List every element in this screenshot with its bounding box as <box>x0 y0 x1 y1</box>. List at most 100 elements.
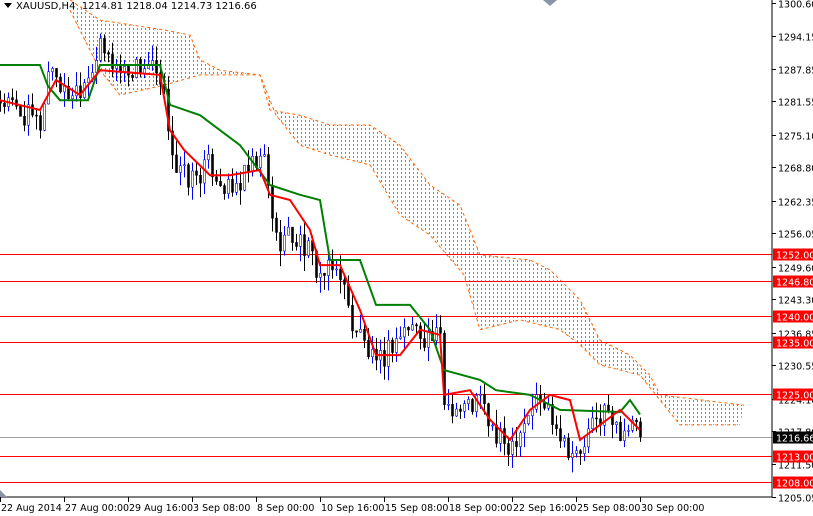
candle <box>471 398 474 415</box>
candle-body <box>51 68 54 73</box>
candle <box>615 421 618 434</box>
candle-body <box>559 428 562 442</box>
candle <box>203 150 206 195</box>
candle-body <box>623 430 626 441</box>
candle <box>423 323 426 352</box>
chart-shift-marker-icon[interactable] <box>0 490 7 497</box>
level-price-label: 1240.00 <box>776 313 813 324</box>
candle-body <box>427 331 430 348</box>
candle <box>263 144 266 158</box>
candle <box>227 173 230 199</box>
candle-body <box>243 164 246 191</box>
candle <box>619 416 622 442</box>
candle-body <box>359 329 362 333</box>
candle <box>39 111 42 139</box>
candle-body <box>295 242 298 247</box>
candle-body <box>343 279 346 285</box>
candle <box>519 430 522 457</box>
candle-body <box>579 450 582 454</box>
candle-body <box>339 268 342 281</box>
candle-body <box>291 226 294 243</box>
candle-body <box>99 38 102 61</box>
candle <box>343 275 346 300</box>
candle <box>427 318 430 362</box>
candle <box>383 336 386 380</box>
candle-body <box>419 325 422 339</box>
candle <box>399 326 402 340</box>
candle-body <box>455 408 458 417</box>
time-tick-label: 10 Sep 16:00 <box>321 503 384 514</box>
candle-body <box>187 164 190 188</box>
time-tick-label: 27 Aug 00:00 <box>65 503 129 514</box>
candle <box>455 402 458 417</box>
candle <box>603 403 606 437</box>
candle-body <box>635 419 638 423</box>
candle-body <box>451 404 454 417</box>
candle <box>31 93 34 118</box>
candle-body <box>459 408 462 412</box>
price-chart[interactable]: 1300.60 1294.15 1287.85 1281.55 1275.10 1268.… <box>0 0 813 516</box>
candle <box>287 216 290 236</box>
candle-body <box>471 399 474 412</box>
candle <box>435 314 438 346</box>
candle <box>63 73 66 107</box>
time-tick-label: 8 Sep 00:00 <box>257 503 314 514</box>
candle-body <box>219 181 222 186</box>
candle-body <box>383 350 386 367</box>
level-price-label: 1246.80 <box>776 278 813 289</box>
candle-body <box>183 164 186 167</box>
candle <box>407 326 410 336</box>
candle <box>531 393 534 430</box>
chart-header: XAUUSD,H4 1214.81 1218.04 1214.73 1216.6… <box>2 1 257 12</box>
candle <box>243 164 246 192</box>
candle-body <box>575 450 578 454</box>
candle <box>555 415 558 436</box>
candle-body <box>35 114 38 117</box>
candle-body <box>87 77 90 83</box>
price-tick-label: 1205.05 <box>778 494 813 505</box>
candle <box>283 226 286 256</box>
candle-body <box>31 104 34 116</box>
candle <box>303 222 306 272</box>
ohlc-values: 1214.81 1218.04 1214.73 1216.66 <box>81 1 257 12</box>
dropdown-triangle-icon[interactable] <box>4 3 12 8</box>
candle <box>19 105 22 117</box>
candle <box>219 168 222 187</box>
candle-body <box>523 423 526 434</box>
candle <box>507 436 510 466</box>
candle-body <box>323 272 326 276</box>
kijun-sen-line <box>0 64 641 416</box>
candle <box>291 226 294 251</box>
candle <box>307 237 310 258</box>
candle-body <box>179 165 182 173</box>
candle-body <box>131 74 134 78</box>
candle-body <box>619 421 622 441</box>
candle <box>299 225 302 262</box>
candle-body <box>127 65 130 76</box>
candle-body <box>611 410 614 425</box>
candle-body <box>239 183 242 191</box>
level-price-label: 1235.00 <box>776 339 813 350</box>
ichimoku-cloud <box>70 0 744 425</box>
candle <box>187 162 190 196</box>
candle-body <box>115 65 118 69</box>
candle-body <box>135 59 138 78</box>
candle-body <box>399 336 402 339</box>
candle-body <box>607 404 610 412</box>
candle-body <box>283 234 286 252</box>
candle-body <box>467 399 470 404</box>
candle-body <box>63 86 66 93</box>
chart-end-marker-icon[interactable] <box>543 0 557 6</box>
time-tick-label: 18 Sep 00:00 <box>449 503 512 514</box>
candle <box>571 441 574 473</box>
candle <box>211 148 214 187</box>
candle <box>3 93 6 114</box>
price-tick-label: 1300.60 <box>778 0 813 11</box>
candle-body <box>327 259 330 276</box>
candle-body <box>103 38 106 54</box>
candle-body <box>191 170 194 188</box>
candle-body <box>447 404 450 406</box>
candle-body <box>527 415 530 424</box>
time-tick-label: 15 Sep 08:00 <box>385 503 448 514</box>
price-tick-label: 1275.10 <box>778 132 813 143</box>
